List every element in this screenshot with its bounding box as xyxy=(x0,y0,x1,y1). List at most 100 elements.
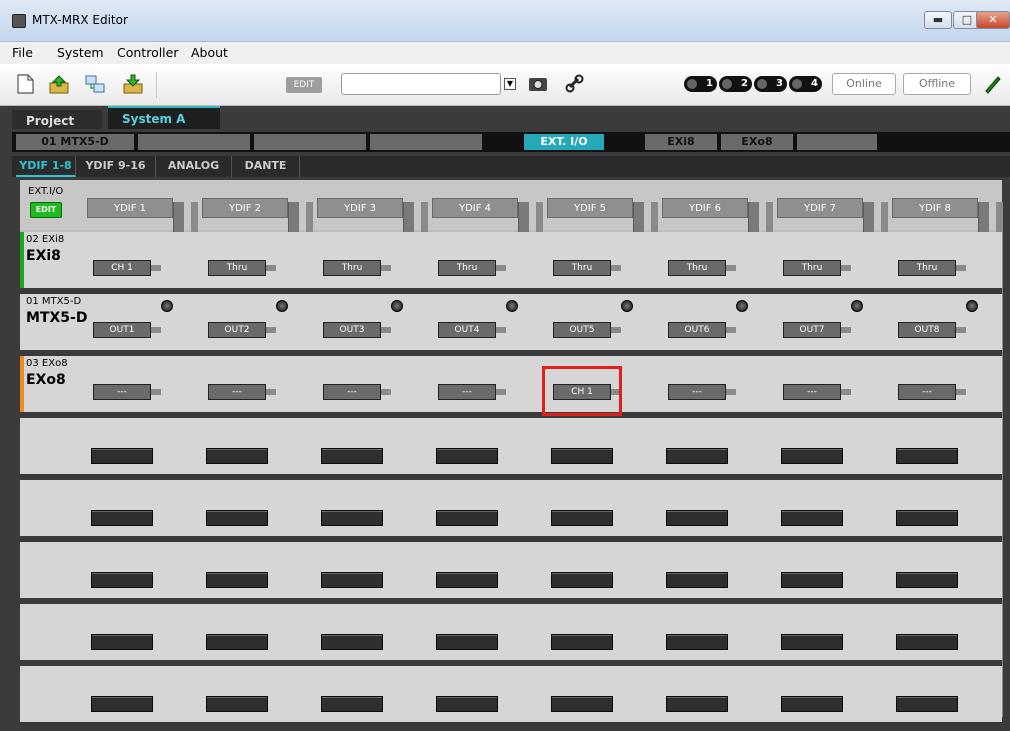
routing-cell-button[interactable]: --- xyxy=(783,384,841,400)
scene-pill-3[interactable]: 3 xyxy=(754,76,787,92)
routing-cell-button[interactable]: OUT2 xyxy=(208,322,266,338)
tab-analog[interactable]: ANALOG xyxy=(156,156,232,177)
device-tab-empty[interactable] xyxy=(138,134,250,150)
empty-slot-button[interactable] xyxy=(206,696,268,712)
ydif-column-header[interactable]: YDIF 8 xyxy=(892,198,978,218)
empty-slot-button[interactable] xyxy=(666,634,728,650)
empty-slot-button[interactable] xyxy=(666,572,728,588)
routing-cell-button[interactable]: Thru xyxy=(438,260,496,276)
ydif-column-header[interactable]: YDIF 5 xyxy=(547,198,633,218)
empty-slot-button[interactable] xyxy=(896,448,958,464)
empty-slot-button[interactable] xyxy=(896,572,958,588)
routing-cell-button[interactable]: --- xyxy=(668,384,726,400)
empty-slot-button[interactable] xyxy=(206,634,268,650)
ydif-column-header[interactable]: YDIF 7 xyxy=(777,198,863,218)
empty-slot-button[interactable] xyxy=(896,696,958,712)
empty-slot-button[interactable] xyxy=(436,572,498,588)
close-button[interactable]: ✕ xyxy=(976,11,1010,29)
empty-slot-button[interactable] xyxy=(321,572,383,588)
routing-cell-button[interactable]: OUT4 xyxy=(438,322,496,338)
camera-icon[interactable] xyxy=(527,73,549,95)
link-icon[interactable] xyxy=(564,73,586,95)
empty-slot-button[interactable] xyxy=(206,448,268,464)
save-icon[interactable] xyxy=(122,73,144,95)
empty-slot-button[interactable] xyxy=(91,572,153,588)
routing-cell-button[interactable]: CH 1 xyxy=(93,260,151,276)
ydif-column-header[interactable]: YDIF 4 xyxy=(432,198,518,218)
routing-cell-button[interactable]: Thru xyxy=(553,260,611,276)
empty-slot-button[interactable] xyxy=(666,696,728,712)
empty-slot-button[interactable] xyxy=(91,634,153,650)
empty-slot-button[interactable] xyxy=(781,634,843,650)
device-tab-empty[interactable] xyxy=(254,134,366,150)
pen-icon[interactable] xyxy=(982,73,1004,95)
empty-slot-button[interactable] xyxy=(551,448,613,464)
device-tab-exi8[interactable]: EXi8 xyxy=(645,134,717,150)
empty-slot-button[interactable] xyxy=(551,572,613,588)
empty-slot-button[interactable] xyxy=(321,448,383,464)
device-tab-empty[interactable] xyxy=(370,134,482,150)
online-button[interactable]: Online xyxy=(832,73,896,95)
new-file-icon[interactable] xyxy=(14,73,36,95)
empty-slot-button[interactable] xyxy=(896,634,958,650)
combo-dropdown-icon[interactable]: ▼ xyxy=(504,78,516,90)
ydif-column-header[interactable]: YDIF 6 xyxy=(662,198,748,218)
routing-cell-button[interactable]: Thru xyxy=(783,260,841,276)
empty-slot-button[interactable] xyxy=(206,510,268,526)
empty-slot-button[interactable] xyxy=(551,510,613,526)
empty-slot-button[interactable] xyxy=(781,510,843,526)
scene-pill-4[interactable]: 4 xyxy=(789,76,822,92)
empty-slot-button[interactable] xyxy=(91,510,153,526)
empty-slot-button[interactable] xyxy=(666,510,728,526)
menu-about[interactable]: About xyxy=(191,45,228,60)
ydif-column-header[interactable]: YDIF 3 xyxy=(317,198,403,218)
empty-slot-button[interactable] xyxy=(666,448,728,464)
empty-slot-button[interactable] xyxy=(781,572,843,588)
routing-cell-button[interactable]: OUT7 xyxy=(783,322,841,338)
routing-cell-button[interactable]: --- xyxy=(93,384,151,400)
network-icon[interactable] xyxy=(84,73,106,95)
device-combo[interactable] xyxy=(341,73,501,95)
ydif-column-header[interactable]: YDIF 2 xyxy=(202,198,288,218)
routing-cell-button[interactable]: OUT3 xyxy=(323,322,381,338)
empty-slot-button[interactable] xyxy=(436,634,498,650)
minimize-button[interactable]: ▬ xyxy=(924,11,952,29)
empty-slot-button[interactable] xyxy=(551,634,613,650)
routing-cell-button[interactable]: --- xyxy=(323,384,381,400)
open-icon[interactable] xyxy=(48,73,70,95)
offline-button[interactable]: Offline xyxy=(903,73,971,95)
empty-slot-button[interactable] xyxy=(781,696,843,712)
device-tab-ext-io[interactable]: EXT. I/O xyxy=(524,134,604,150)
routing-cell-button[interactable]: Thru xyxy=(668,260,726,276)
tab-project[interactable]: Project xyxy=(12,110,102,129)
menu-controller[interactable]: Controller xyxy=(117,45,179,60)
menu-file[interactable]: File xyxy=(12,45,33,60)
empty-slot-button[interactable] xyxy=(551,696,613,712)
tab-dante[interactable]: DANTE xyxy=(232,156,300,177)
empty-slot-button[interactable] xyxy=(896,510,958,526)
tab-system-a[interactable]: System A xyxy=(108,106,220,129)
routing-cell-button[interactable]: --- xyxy=(208,384,266,400)
routing-cell-button[interactable]: OUT5 xyxy=(553,322,611,338)
routing-cell-button[interactable]: OUT8 xyxy=(898,322,956,338)
menu-system[interactable]: System xyxy=(57,45,104,60)
routing-cell-button[interactable]: OUT6 xyxy=(668,322,726,338)
empty-slot-button[interactable] xyxy=(321,510,383,526)
empty-slot-button[interactable] xyxy=(436,510,498,526)
scene-pill-1[interactable]: 1 xyxy=(684,76,717,92)
ext-io-edit-button[interactable]: EDIT xyxy=(30,202,62,218)
device-tab-mtx5d[interactable]: 01 MTX5-D xyxy=(16,134,134,150)
empty-slot-button[interactable] xyxy=(436,696,498,712)
empty-slot-button[interactable] xyxy=(91,696,153,712)
empty-slot-button[interactable] xyxy=(91,448,153,464)
device-tab-empty[interactable] xyxy=(797,134,877,150)
routing-cell-button[interactable]: --- xyxy=(898,384,956,400)
edit-button[interactable]: EDIT xyxy=(286,77,322,93)
scene-pill-2[interactable]: 2 xyxy=(719,76,752,92)
device-tab-exo8[interactable]: EXo8 xyxy=(721,134,793,150)
tab-ydif-1-8[interactable]: YDIF 1-8 xyxy=(16,156,76,177)
routing-cell-button[interactable]: OUT1 xyxy=(93,322,151,338)
tab-ydif-9-16[interactable]: YDIF 9-16 xyxy=(76,156,156,177)
ydif-column-header[interactable]: YDIF 1 xyxy=(87,198,173,218)
routing-cell-button[interactable]: --- xyxy=(438,384,496,400)
